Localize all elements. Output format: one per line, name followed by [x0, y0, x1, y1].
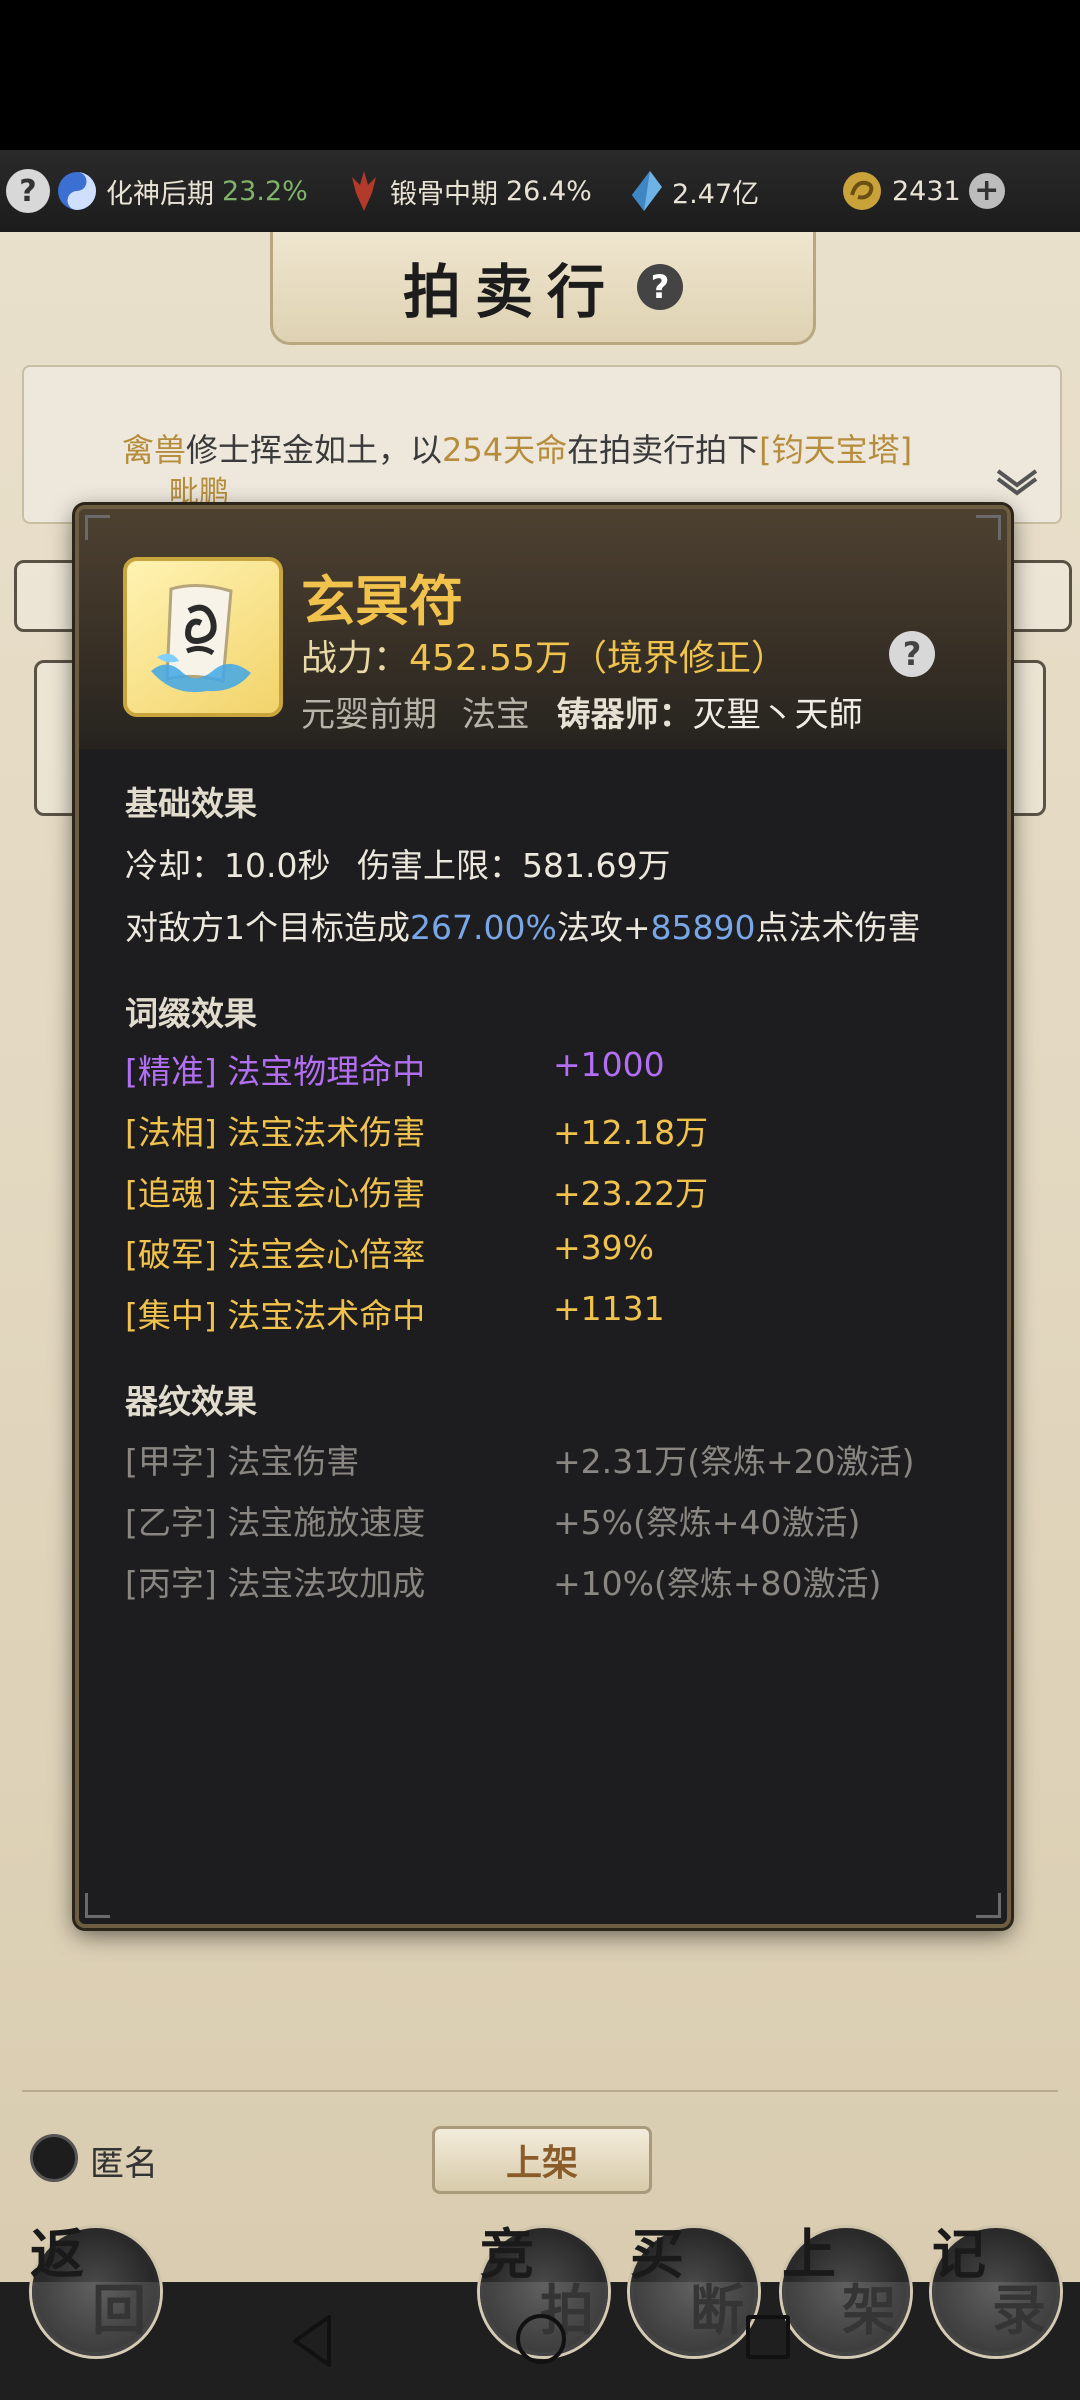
item-category: 法宝	[461, 695, 530, 735]
help-icon[interactable]: ?	[889, 631, 935, 677]
anonymous-label: 匿名	[90, 2144, 158, 2184]
affix-name: [破军] 法宝会心倍率	[125, 1235, 426, 1274]
base-effects-title: 基础效果	[125, 784, 257, 823]
spirit-stone-amount: 2.47亿	[672, 178, 760, 210]
cooldown-value: 10.0秒	[224, 846, 331, 885]
affix-name: [精准] 法宝物理命中	[125, 1052, 426, 1091]
desc-percent: 267.00%	[410, 908, 557, 947]
corner-ornament	[976, 1893, 1001, 1918]
anonymous-toggle[interactable]	[30, 2134, 78, 2182]
spirit-stone-icon	[632, 171, 662, 211]
item-detail-popup: 玄冥符 战力：452.55万（境界修正） ? 元婴前期 法宝 铸器师：灭聖丶天師…	[75, 505, 1011, 1928]
currency[interactable]: 2431 +	[840, 166, 1005, 216]
affix-value: +12.18万	[553, 1113, 709, 1152]
pattern-effects-title: 器纹效果	[125, 1382, 257, 1421]
item-name: 玄冥符	[301, 570, 463, 633]
help-icon[interactable]: ?	[637, 264, 683, 310]
list-item-button[interactable]: 上架	[432, 2126, 652, 2194]
chevron-down-icon[interactable]	[994, 467, 1040, 497]
corner-ornament	[976, 515, 1001, 540]
cooldown-line: 冷却：10.0秒 伤害上限：581.69万	[125, 839, 670, 887]
combat-power: 战力：452.55万（境界修正）	[301, 629, 787, 681]
power-label: 战力：	[301, 638, 410, 679]
divider	[22, 2090, 1058, 2092]
desc-flat: 85890	[650, 908, 756, 947]
affix-name: [追魂] 法宝会心伤害	[125, 1174, 426, 1213]
power-value: 452.55万（境界修正）	[409, 638, 787, 679]
taiji-icon	[58, 172, 96, 210]
affix-name: [法相] 法宝法术伤害	[125, 1113, 426, 1152]
cultivation-realm[interactable]: 化神后期 23.2%	[56, 166, 308, 216]
pattern-name: [甲字] 法宝伤害	[125, 1442, 360, 1481]
shelf-label-top: 上	[782, 2222, 836, 2286]
back-label-top: 返	[30, 2222, 84, 2286]
nav-recents-icon[interactable]	[746, 2315, 790, 2359]
pattern-row: [乙字] 法宝施放速度 +5%(祭炼+40激活)	[125, 1496, 965, 1546]
bid-label-top: 竞	[480, 2222, 534, 2286]
pattern-name: [乙字] 法宝施放速度	[125, 1503, 426, 1542]
currency-amount: 2431	[892, 175, 961, 207]
record-label-top: 记	[932, 2222, 986, 2286]
body-tempering[interactable]: 锻骨中期 26.4%	[346, 166, 592, 216]
nav-back-icon[interactable]	[287, 2313, 337, 2369]
item-meta: 元婴前期 法宝 铸器师：灭聖丶天師	[301, 687, 863, 736]
talisman-icon	[123, 557, 283, 717]
pattern-value: +2.31万(祭炼+20激活)	[553, 1442, 915, 1481]
pattern-row: [丙字] 法宝法攻加成 +10%(祭炼+80激活)	[125, 1557, 965, 1607]
news-player: 禽兽	[122, 431, 187, 469]
page-title: 拍卖行	[402, 258, 619, 326]
pattern-name: [丙字] 法宝法攻加成	[125, 1564, 426, 1603]
affix-row: [破军] 法宝会心倍率 +39%	[125, 1228, 965, 1278]
cooldown-label: 冷却：	[125, 846, 224, 885]
affix-row: [法相] 法宝法术伤害 +12.18万	[125, 1106, 965, 1156]
affix-value: +1131	[553, 1289, 665, 1328]
damage-cap-value: 581.69万	[521, 846, 671, 885]
news-line: 禽兽修士挥金如土，以254天命在拍卖行拍下[钧天宝塔]	[122, 425, 912, 471]
help-icon[interactable]: ?	[6, 169, 50, 213]
auction-news-ticker: 禽兽修士挥金如土，以254天命在拍卖行拍下[钧天宝塔] 毗鹏	[22, 365, 1062, 524]
spirit-stones[interactable]: 2.47亿	[630, 166, 759, 216]
desc-suffix: 点法术伤害	[755, 908, 921, 947]
realm-percent: 23.2%	[222, 175, 308, 207]
pattern-value: +5%(祭炼+40激活)	[553, 1503, 861, 1542]
affix-value: +39%	[553, 1228, 654, 1267]
affix-value: +1000	[553, 1045, 665, 1084]
add-currency-button[interactable]: +	[968, 173, 1005, 209]
buyout-label-top: 买	[630, 2222, 684, 2286]
body-percent: 26.4%	[506, 175, 592, 207]
damage-cap-label: 伤害上限：	[356, 846, 522, 885]
forger-name: 灭聖丶天師	[692, 695, 863, 735]
forger-label: 铸器师：	[556, 695, 693, 735]
flame-trident-icon	[352, 171, 376, 211]
realm-label: 化神后期	[106, 178, 214, 210]
desc-prefix: 对敌方1个目标造成	[125, 908, 410, 947]
affix-effects-title: 词缀效果	[125, 994, 257, 1033]
nav-home-icon[interactable]	[516, 2314, 566, 2364]
dragon-coin-icon	[843, 172, 881, 210]
body-label: 锻骨中期	[390, 178, 498, 210]
affix-row: [集中] 法宝法术命中 +1131	[125, 1289, 965, 1339]
affix-row: [精准] 法宝物理命中 +1000	[125, 1045, 965, 1095]
affix-name: [集中] 法宝法术命中	[125, 1296, 426, 1335]
corner-ornament	[85, 515, 110, 540]
desc-mid: 法攻+	[556, 908, 651, 947]
news-text-2: 在拍卖行拍下	[567, 431, 760, 469]
item-realm: 元婴前期	[301, 695, 437, 735]
affix-row: [追魂] 法宝会心伤害 +23.22万	[125, 1167, 965, 1217]
corner-ornament	[85, 1893, 110, 1918]
affix-value: +23.22万	[553, 1174, 709, 1213]
help-item[interactable]: ?	[6, 166, 50, 216]
title-board: 拍卖行 ?	[270, 232, 816, 345]
news-text-1: 修士挥金如土，以	[186, 431, 443, 469]
news-amount: 254天命	[442, 431, 568, 469]
pattern-value: +10%(祭炼+80激活)	[553, 1564, 882, 1603]
skill-description: 对敌方1个目标造成267.00%法攻+85890点法术伤害	[125, 901, 920, 949]
resource-bar: ? 化神后期 23.2% 锻骨中期 26.4% 2.47亿 2431 +	[0, 150, 1080, 234]
news-item: [钧天宝塔]	[759, 431, 913, 469]
pattern-row: [甲字] 法宝伤害 +2.31万(祭炼+20激活)	[125, 1435, 965, 1485]
